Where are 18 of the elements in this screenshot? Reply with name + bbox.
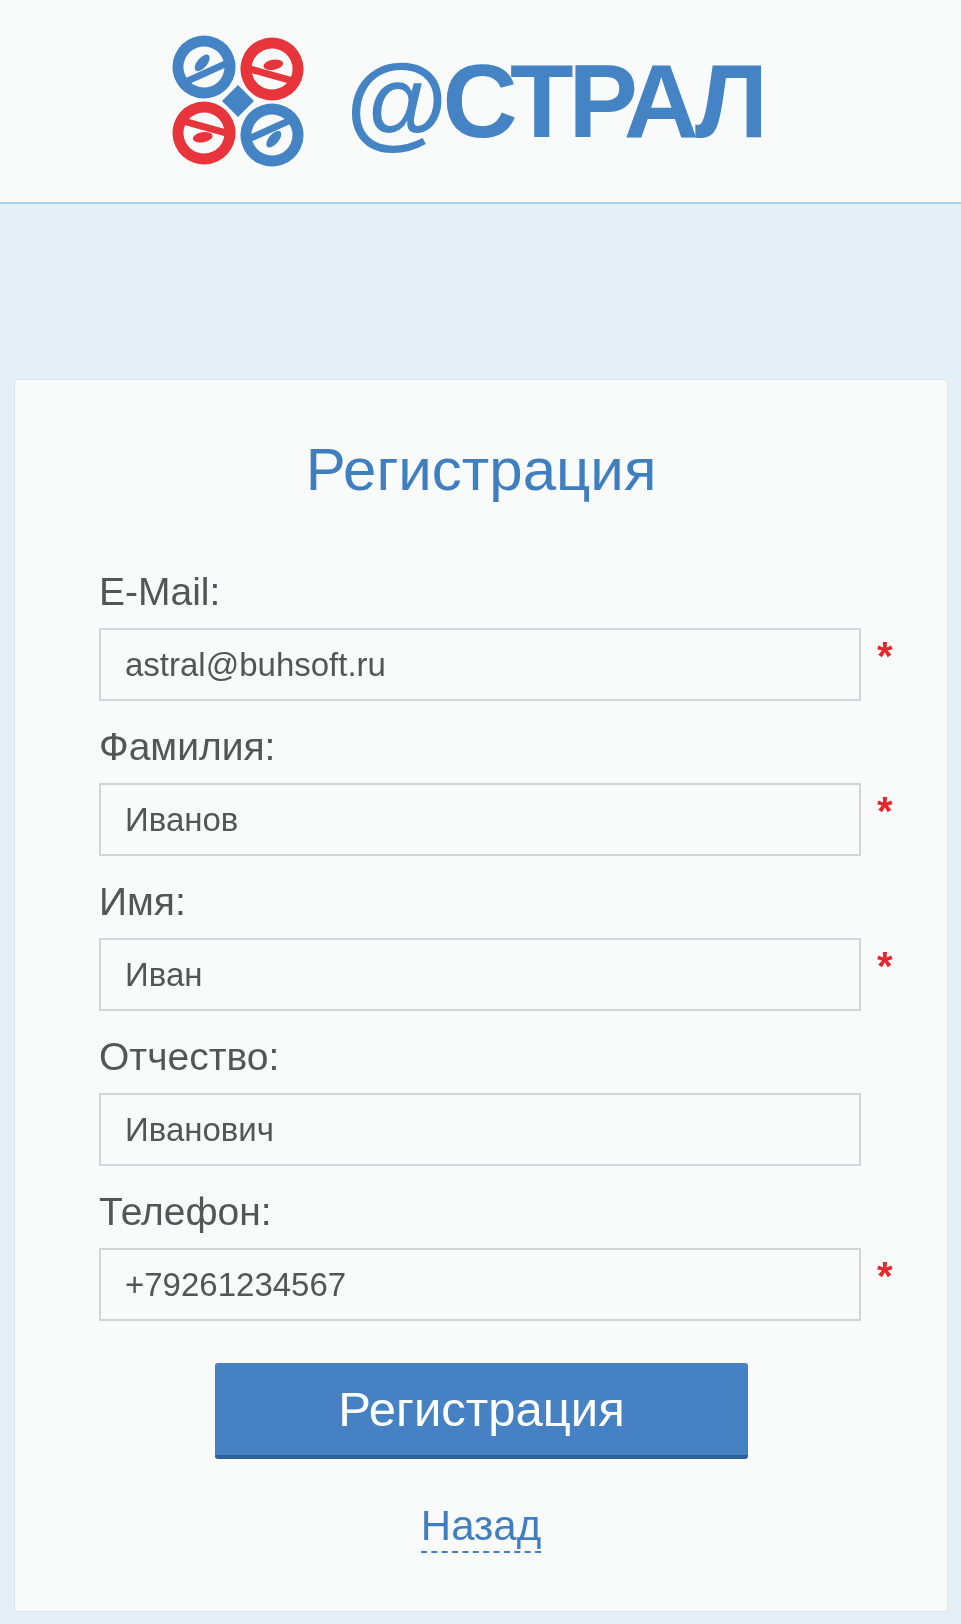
logo-wordmark: @СТРАЛ bbox=[346, 49, 763, 153]
input-field[interactable]: +79261234567 bbox=[99, 1248, 861, 1321]
back-link[interactable]: Назад bbox=[420, 1501, 542, 1553]
input-field[interactable]: Иванов bbox=[99, 783, 861, 856]
required-mark: * bbox=[877, 636, 893, 676]
required-mark: * bbox=[877, 791, 893, 831]
input-field[interactable]: Иван bbox=[99, 938, 861, 1011]
field-label: Имя: bbox=[99, 879, 187, 925]
required-mark: * bbox=[877, 946, 893, 986]
input-field[interactable]: astral@buhsoft.ru bbox=[99, 628, 861, 701]
field-label: E-Mail: bbox=[99, 569, 222, 615]
field-label: Отчество: bbox=[99, 1034, 281, 1080]
form-title: Регистрация bbox=[304, 435, 658, 505]
input-field[interactable]: Иванович bbox=[99, 1093, 861, 1166]
field-label: Телефон: bbox=[99, 1189, 273, 1235]
register-button[interactable]: Регистрация bbox=[215, 1363, 748, 1459]
required-mark: * bbox=[877, 1256, 893, 1296]
field-label: Фамилия: bbox=[99, 724, 277, 770]
